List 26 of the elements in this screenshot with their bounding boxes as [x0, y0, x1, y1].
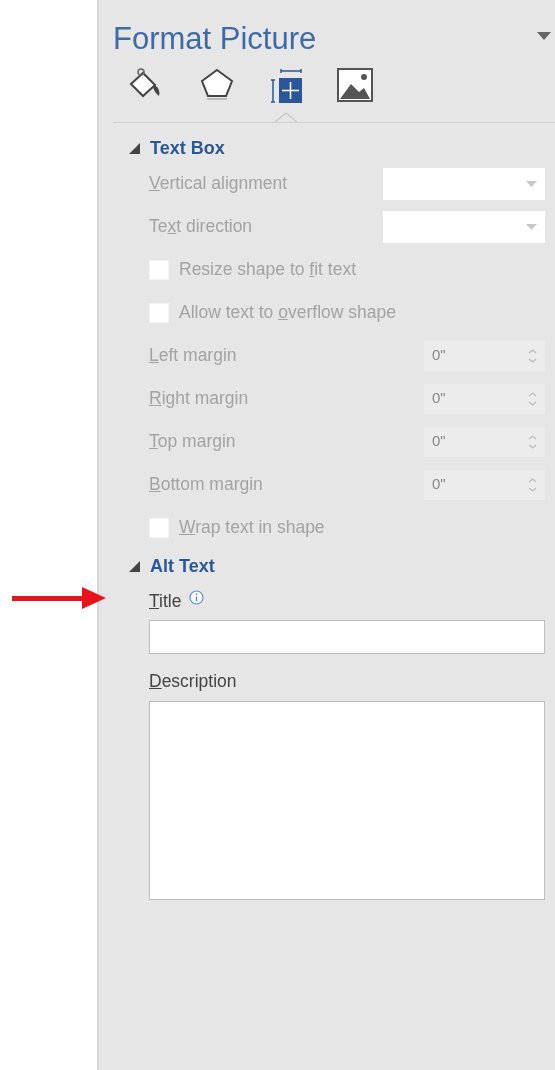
- dropdown-field[interactable]: [383, 210, 545, 243]
- dropdown-icon[interactable]: [537, 32, 551, 40]
- panel-title: Format Picture: [113, 22, 317, 57]
- field-label: Top margin: [149, 430, 236, 454]
- spinner-arrows-icon[interactable]: [528, 476, 537, 493]
- caret-icon: [526, 180, 537, 187]
- field-label: Bottom margin: [149, 473, 263, 497]
- field-label: Title: [149, 590, 182, 614]
- checkbox-label: Wrap text in shape: [179, 516, 325, 540]
- field-label: Vertical alignment: [149, 172, 288, 196]
- spinner-arrows-icon[interactable]: [528, 390, 537, 407]
- title-field[interactable]: [149, 620, 545, 655]
- field-label: Description: [149, 670, 237, 694]
- dropdown-field[interactable]: [383, 167, 545, 200]
- description-field[interactable]: [149, 700, 545, 900]
- field-label: Left margin: [149, 344, 237, 368]
- field-label: Right margin: [149, 387, 249, 411]
- checkbox-label: Allow text to overflow shape: [179, 301, 396, 325]
- checkbox-label: Resize shape to fit text: [179, 258, 357, 282]
- spinner-arrows-icon[interactable]: [528, 433, 537, 450]
- section-heading: Alt Text: [150, 555, 215, 579]
- caret-icon: [526, 223, 537, 230]
- spinner-arrows-icon[interactable]: [528, 347, 537, 364]
- field-label: Text direction: [149, 215, 253, 239]
- collapse-icon[interactable]: [129, 561, 140, 573]
- section-heading: Text Box: [150, 137, 225, 161]
